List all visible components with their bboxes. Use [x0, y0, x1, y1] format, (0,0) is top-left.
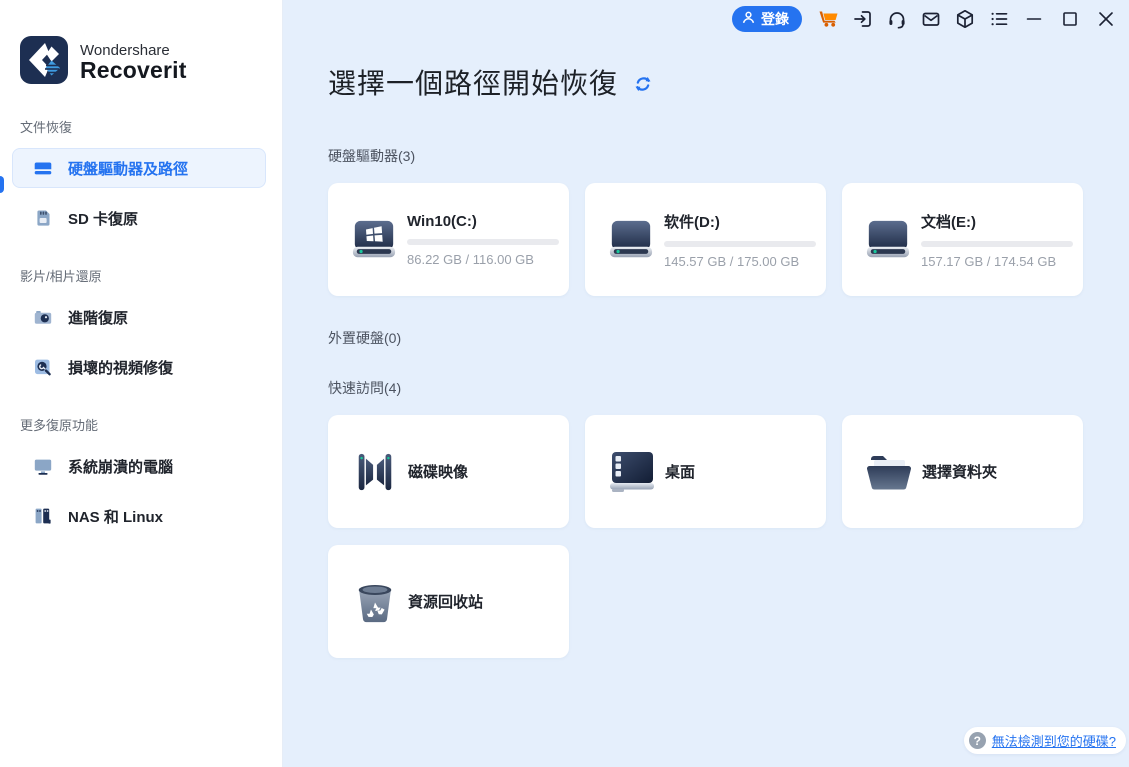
disk-image-icon [351, 449, 399, 495]
sidebar-item-label: SD 卡復原 [68, 208, 138, 229]
sd-card-icon [33, 208, 53, 228]
content: 選擇一個路徑開始恢復 硬盤驅動器(3) [283, 0, 1129, 658]
close-icon[interactable] [1095, 8, 1117, 30]
question-mark-icon: ? [969, 732, 986, 749]
quick-card-label: 桌面 [665, 461, 695, 482]
hard-drive-windows-icon [351, 218, 397, 262]
maximize-icon[interactable] [1059, 8, 1081, 30]
sidebar-item-label: 系統崩潰的電腦 [68, 456, 173, 477]
brand-recoverit: Recoverit [80, 58, 187, 82]
nav-section-photo-video: 影片/相片還原 進階復原 [0, 266, 282, 387]
login-label: 登錄 [761, 9, 789, 29]
minimize-icon[interactable] [1023, 8, 1045, 30]
drive-card-software-d[interactable]: 软件(D:) 145.57 GB / 175.00 GB [585, 183, 826, 296]
drive-card-documents-e[interactable]: 文档(E:) 157.17 GB / 174.54 GB [842, 183, 1083, 296]
person-icon [741, 10, 756, 28]
brand-logo: Wondershare Recoverit [0, 36, 282, 89]
hard-drive-3d-icon [608, 218, 654, 262]
sidebar-item-corrupted-video-repair[interactable]: 損壞的視頻修復 [12, 347, 266, 387]
quick-card-label: 磁碟映像 [408, 461, 468, 482]
nas-icon [33, 506, 53, 526]
drive-card-win10-c[interactable]: Win10(C:) 86.22 GB / 116.00 GB [328, 183, 569, 296]
recoverit-logo-icon [20, 36, 68, 89]
sidebar-item-crashed-computer[interactable]: 系統崩潰的電腦 [12, 446, 266, 486]
hard-drives-row: Win10(C:) 86.22 GB / 116.00 GB [328, 183, 1129, 296]
drive-usage-bar [664, 241, 816, 247]
quick-card-select-folder[interactable]: 選擇資料夾 [842, 415, 1083, 528]
drive-usage-text: 86.22 GB / 116.00 GB [407, 252, 559, 267]
sidebar-item-label: NAS 和 Linux [68, 506, 163, 527]
signin-icon[interactable] [852, 8, 874, 30]
brand-wondershare: Wondershare [80, 43, 187, 59]
sidebar-item-enhanced-recovery[interactable]: 進階復原 [12, 297, 266, 337]
desktop-icon [608, 449, 656, 495]
sidebar: Wondershare Recoverit 文件恢復 硬盤驅動器及路徑 [0, 0, 283, 767]
sidebar-item-nas-linux[interactable]: NAS 和 Linux [12, 496, 266, 536]
folder-icon [865, 449, 913, 495]
drive-usage-bar [407, 239, 559, 245]
hard-drives-section-label: 硬盤驅動器(3) [328, 146, 1129, 166]
hard-drive-3d-icon [865, 218, 911, 262]
active-item-edge-indicator [0, 176, 4, 193]
drive-usage-bar [921, 241, 1073, 247]
nav-section-label: 文件恢復 [0, 117, 282, 136]
quick-access-row-1: 磁碟映像 [328, 415, 1129, 528]
drive-name: 软件(D:) [664, 211, 816, 232]
cart-icon[interactable] [818, 8, 840, 30]
package-icon[interactable] [954, 8, 976, 30]
hard-drive-icon [33, 158, 53, 178]
quick-card-desktop[interactable]: 桌面 [585, 415, 826, 528]
sidebar-item-hard-drives-and-paths[interactable]: 硬盤驅動器及路徑 [12, 148, 266, 188]
recycle-bin-icon [351, 579, 399, 625]
quick-card-label: 資源回收站 [408, 591, 483, 612]
external-drives-section-label: 外置硬盤(0) [328, 328, 1129, 348]
nav-section-more-recovery: 更多復原功能 系統崩潰的電腦 [0, 415, 282, 536]
menu-list-icon[interactable] [988, 8, 1010, 30]
help-link-text: 無法檢測到您的硬碟? [992, 731, 1116, 750]
sidebar-item-label: 損壞的視頻修復 [68, 357, 173, 378]
main-area: 登錄 [283, 0, 1129, 767]
video-repair-icon [33, 357, 53, 377]
nav-section-label: 影片/相片還原 [0, 266, 282, 285]
quick-access-row-2: 資源回收站 [328, 545, 1129, 658]
drive-usage-text: 145.57 GB / 175.00 GB [664, 254, 816, 269]
headset-icon[interactable] [886, 8, 908, 30]
quick-card-label: 選擇資料夾 [922, 461, 997, 482]
sidebar-item-sd-card-recovery[interactable]: SD 卡復原 [12, 198, 266, 238]
drive-usage-text: 157.17 GB / 174.54 GB [921, 254, 1073, 269]
recoverit-window: Wondershare Recoverit 文件恢復 硬盤驅動器及路徑 [0, 0, 1129, 767]
mail-icon[interactable] [920, 8, 942, 30]
cannot-detect-drive-help[interactable]: ? 無法檢測到您的硬碟? [964, 727, 1126, 754]
refresh-icon[interactable] [633, 74, 653, 94]
nav-section-label: 更多復原功能 [0, 415, 282, 434]
computer-icon [33, 456, 53, 476]
login-button[interactable]: 登錄 [732, 6, 802, 32]
page-title: 選擇一個路徑開始恢復 [328, 62, 618, 102]
quick-card-recycle-bin[interactable]: 資源回收站 [328, 545, 569, 658]
drive-name: 文档(E:) [921, 211, 1073, 232]
nav-section-file-recovery: 文件恢復 硬盤驅動器及路徑 [0, 117, 282, 238]
topbar: 登錄 [732, 0, 1129, 38]
sidebar-item-label: 硬盤驅動器及路徑 [68, 158, 188, 179]
drive-name: Win10(C:) [407, 213, 559, 230]
quick-card-disk-image[interactable]: 磁碟映像 [328, 415, 569, 528]
camera-icon [33, 307, 53, 327]
sidebar-item-label: 進階復原 [68, 307, 128, 328]
quick-access-section-label: 快速訪問(4) [328, 378, 1129, 398]
